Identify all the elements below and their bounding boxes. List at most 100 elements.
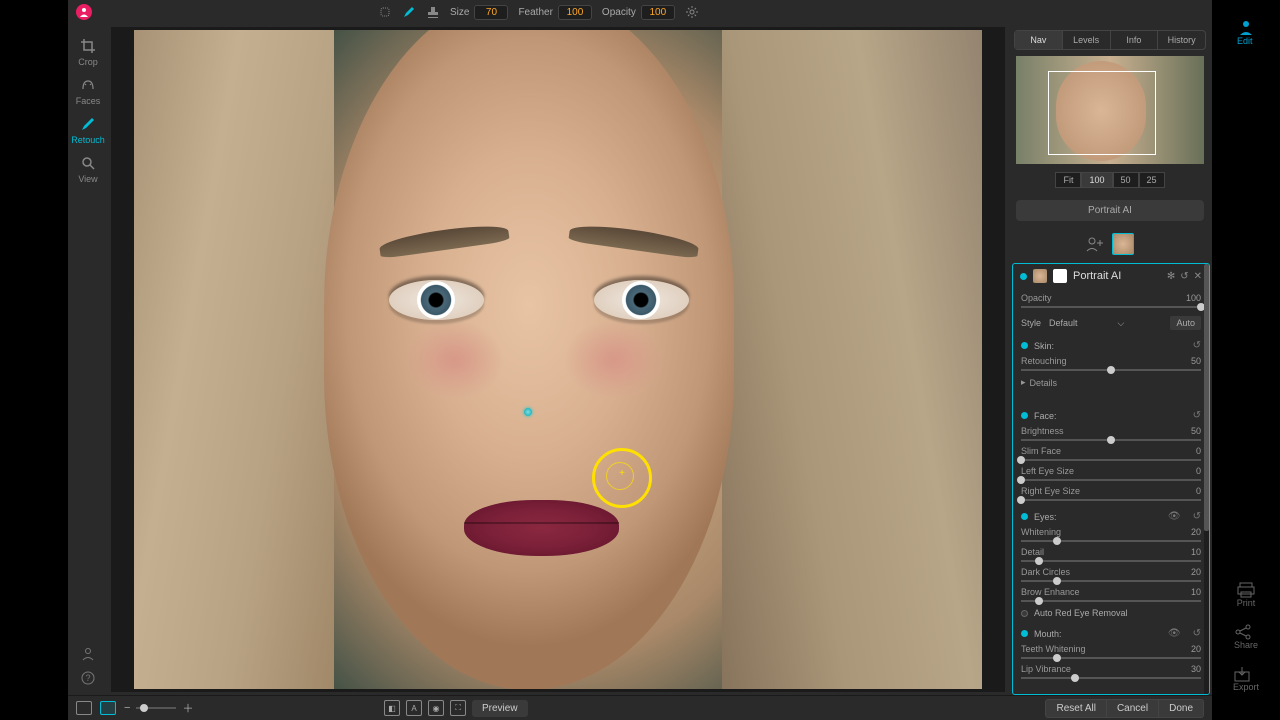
view-tool[interactable]: View: [78, 155, 97, 184]
whitening-slider[interactable]: [1021, 540, 1201, 542]
opacity-slider[interactable]: [1021, 306, 1201, 308]
tab-history[interactable]: History: [1158, 31, 1205, 49]
mouth-section-label: Mouth:: [1034, 629, 1062, 639]
style-label: Style: [1021, 318, 1041, 328]
zoom-25-button[interactable]: 25: [1139, 172, 1165, 188]
tab-nav[interactable]: Nav: [1015, 31, 1063, 49]
heal-tool-icon[interactable]: [378, 5, 392, 19]
mouth-toggle[interactable]: [1021, 630, 1028, 637]
print-button[interactable]: Print: [1237, 582, 1256, 608]
crop-tool[interactable]: Crop: [78, 38, 98, 67]
face-section-label: Face:: [1034, 411, 1057, 421]
svg-text:?: ?: [85, 673, 90, 683]
slim-value: 0: [1196, 446, 1201, 456]
size-label: Size: [450, 7, 469, 18]
teeth-label: Teeth Whitening: [1021, 644, 1086, 654]
feather-label: Feather: [518, 7, 552, 18]
size-value[interactable]: 70: [474, 5, 508, 20]
tab-levels[interactable]: Levels: [1063, 31, 1111, 49]
zoom-slider[interactable]: −＋: [124, 700, 193, 716]
skin-toggle[interactable]: [1021, 342, 1028, 349]
panel-mask-icon[interactable]: [1053, 269, 1067, 283]
top-toolbar: Size 70 Feather 100 Opacity 100: [68, 0, 1212, 24]
app-window: Size70 Feather100 Opacity100 Crop Faces …: [68, 0, 1212, 720]
right-sidebar: Edit Print Share Export: [1212, 0, 1280, 720]
person-icon[interactable]: [81, 647, 95, 661]
left-eye-value: 0: [1196, 466, 1201, 476]
gear-icon[interactable]: [685, 5, 699, 19]
red-eye-checkbox[interactable]: [1021, 610, 1028, 617]
brightness-slider[interactable]: [1021, 439, 1201, 441]
done-button[interactable]: Done: [1159, 699, 1204, 718]
mouth-reset-icon[interactable]: ↺: [1193, 628, 1201, 639]
mask-view-icon[interactable]: ◉: [428, 700, 444, 716]
brow-slider[interactable]: [1021, 600, 1201, 602]
left-eye-slider[interactable]: [1021, 479, 1201, 481]
retouching-slider[interactable]: [1021, 369, 1201, 371]
right-tabs: Nav Levels Info History: [1014, 30, 1206, 50]
slim-slider[interactable]: [1021, 459, 1201, 461]
left-eye-label: Left Eye Size: [1021, 466, 1074, 476]
eyes-section-label: Eyes:: [1034, 512, 1057, 522]
dark-circles-slider[interactable]: [1021, 580, 1201, 582]
layout-split-icon[interactable]: [100, 701, 116, 715]
right-eye-value: 0: [1196, 486, 1201, 496]
eyes-visibility-icon[interactable]: 👁: [1168, 511, 1181, 522]
style-select[interactable]: Default ⌵: [1049, 318, 1162, 329]
detail-slider[interactable]: [1021, 560, 1201, 562]
lip-value: 30: [1191, 664, 1201, 674]
dark-circles-value: 20: [1191, 567, 1201, 577]
help-icon[interactable]: ?: [81, 671, 95, 685]
cancel-button[interactable]: Cancel: [1107, 699, 1159, 718]
eyes-toggle[interactable]: [1021, 513, 1028, 520]
opacity-label: Opacity: [602, 7, 636, 18]
tab-info[interactable]: Info: [1111, 31, 1159, 49]
face-reset-icon[interactable]: ↺: [1193, 410, 1201, 421]
lip-slider[interactable]: [1021, 677, 1201, 679]
crop-view-icon[interactable]: ⛶: [450, 700, 466, 716]
navigator-viewport[interactable]: [1048, 71, 1156, 155]
eyes-reset-icon[interactable]: ↺: [1193, 511, 1201, 522]
compare-icon[interactable]: ◧: [384, 700, 400, 716]
opacity-value[interactable]: 100: [641, 5, 675, 20]
face-thumbnail[interactable]: [1112, 233, 1134, 255]
panel-toggle[interactable]: [1020, 273, 1027, 280]
panel-gear-icon[interactable]: ✻: [1167, 271, 1175, 282]
export-button[interactable]: Export: [1233, 666, 1259, 692]
auto-button[interactable]: Auto: [1170, 316, 1201, 330]
edit-mode[interactable]: Edit: [1237, 18, 1255, 46]
panel-reset-icon[interactable]: ↺: [1180, 271, 1188, 282]
navigator-thumbnail[interactable]: [1016, 56, 1204, 164]
panel-close-icon[interactable]: ✕: [1194, 271, 1202, 282]
mouth-visibility-icon[interactable]: 👁: [1168, 628, 1181, 639]
red-eye-label: Auto Red Eye Removal: [1034, 608, 1128, 618]
brightness-value: 50: [1191, 426, 1201, 436]
zoom-50-button[interactable]: 50: [1113, 172, 1139, 188]
layout-single-icon[interactable]: [76, 701, 92, 715]
right-eye-slider[interactable]: [1021, 499, 1201, 501]
face-toggle[interactable]: [1021, 412, 1028, 419]
add-face-icon[interactable]: [1086, 236, 1104, 252]
feather-value[interactable]: 100: [558, 5, 592, 20]
bottom-bar: −＋ ◧ A ◉ ⛶ Preview Reset All Cancel Done: [68, 695, 1212, 720]
preview-button[interactable]: Preview: [472, 700, 528, 717]
faces-tool[interactable]: Faces: [76, 77, 101, 106]
share-button[interactable]: Share: [1234, 624, 1258, 650]
retouch-tool[interactable]: Retouch: [71, 116, 105, 145]
retouching-label: Retouching: [1021, 356, 1067, 366]
zoom-100-button[interactable]: 100: [1081, 172, 1112, 188]
detail-label: Detail: [1021, 547, 1044, 557]
brush-tool-icon[interactable]: [402, 5, 416, 19]
reset-all-button[interactable]: Reset All: [1045, 699, 1106, 718]
zoom-fit-button[interactable]: Fit: [1055, 172, 1081, 188]
text-overlay-icon[interactable]: A: [406, 700, 422, 716]
right-eye-label: Right Eye Size: [1021, 486, 1080, 496]
portrait-ai-button[interactable]: Portrait AI: [1016, 200, 1204, 221]
right-panel: Nav Levels Info History Fit 100 50 25 Po…: [1008, 24, 1212, 695]
details-expand[interactable]: ▸Details: [1021, 377, 1201, 388]
skin-reset-icon[interactable]: ↺: [1193, 340, 1201, 351]
canvas[interactable]: [111, 27, 1005, 692]
teeth-slider[interactable]: [1021, 657, 1201, 659]
stamp-tool-icon[interactable]: [426, 5, 440, 19]
dark-circles-label: Dark Circles: [1021, 567, 1070, 577]
